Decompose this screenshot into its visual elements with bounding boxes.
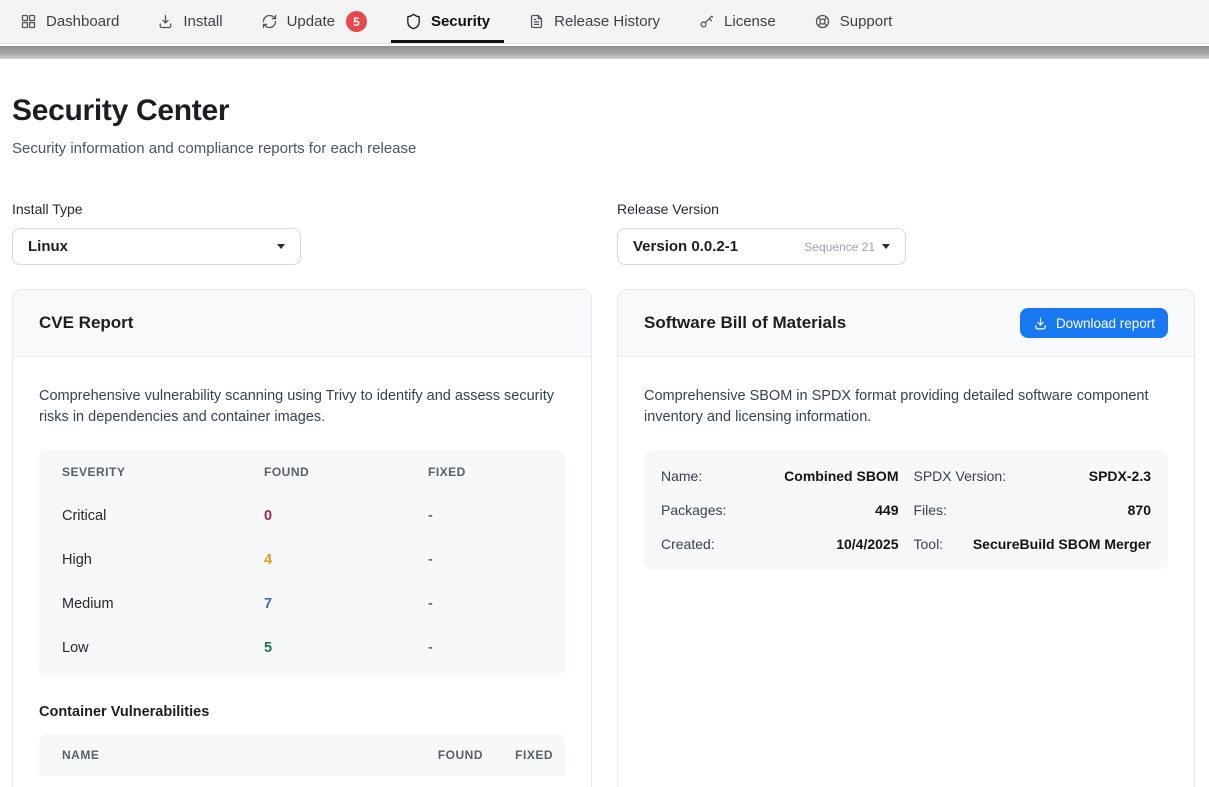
cve-report-card: CVE Report Comprehensive vulnerability s… [12,289,592,787]
sbom-header: Software Bill of Materials Download repo… [618,290,1194,357]
nav-item-release-history[interactable]: Release History [514,0,674,43]
cve-report-header: CVE Report [13,290,591,357]
nav-label: Security [431,13,490,30]
found-col-header: FOUND [264,465,428,479]
fixed-col-header: FIXED [483,748,553,762]
info-label: SPDX Version: [914,468,1007,484]
info-label: Packages: [661,502,726,518]
release-version-label: Release Version [617,201,906,217]
fixed-count: - [428,508,542,524]
sbom-info-spdx-version: SPDX Version: SPDX-2.3 [914,459,1152,493]
severity-table: SEVERITY FOUND FIXED Critical 0 - High 4… [39,450,565,676]
nav-item-install[interactable]: Install [143,0,236,43]
cards-row: CVE Report Comprehensive vulnerability s… [12,289,1195,787]
nav-item-support[interactable]: Support [800,0,907,43]
cve-report-description: Comprehensive vulnerability scanning usi… [39,386,565,428]
info-value: 10/4/2025 [836,536,898,552]
severity-col-header: SEVERITY [62,465,264,479]
security-shield-icon [405,13,422,30]
install-type-value: Linux [28,238,68,255]
release-version-select[interactable]: Version 0.0.2-1 Sequence 21 [617,228,906,265]
support-lifebuoy-icon [814,13,831,30]
page-title: Security Center [12,94,1195,128]
table-row-medium: Medium 7 - [39,582,565,626]
info-value: SecureBuild SBOM Merger [973,536,1151,552]
nav-item-update[interactable]: Update 5 [247,0,381,43]
divider-strip [0,46,1209,59]
sbom-info-packages: Packages: 449 [661,493,899,527]
download-icon [1033,316,1048,331]
table-row-high: High 4 - [39,538,565,582]
install-icon [157,13,174,30]
sbom-info-grid: Name: Combined SBOM SPDX Version: SPDX-2… [644,450,1168,570]
found-count: 5 [264,640,428,656]
nav-item-dashboard[interactable]: Dashboard [6,0,133,43]
sequence-label: Sequence 21 [804,240,875,254]
info-value: 870 [1128,502,1151,518]
install-type-select[interactable]: Linux [12,228,301,265]
severity-label: Medium [62,596,264,612]
sbom-card: Software Bill of Materials Download repo… [617,289,1195,787]
cve-report-title: CVE Report [39,313,133,333]
sbom-title: Software Bill of Materials [644,313,846,333]
download-report-button[interactable]: Download report [1020,308,1168,338]
nav-label: Update [287,13,335,30]
page-content: Security Center Security information and… [0,59,1209,787]
found-count: 0 [264,508,428,524]
table-row-low: Low 5 - [39,626,565,670]
chevron-down-icon [882,244,890,249]
nav-label: Release History [554,13,660,30]
sbom-info-created: Created: 10/4/2025 [661,527,899,561]
container-vulnerabilities-title: Container Vulnerabilities [39,704,565,720]
severity-table-header: SEVERITY FOUND FIXED [39,450,565,494]
fixed-count: - [428,552,542,568]
dashboard-icon [20,13,37,30]
container-vulnerabilities-header: NAME FOUND FIXED [39,734,565,776]
release-history-icon [528,13,545,30]
license-key-icon [698,13,715,30]
name-col-header: NAME [62,748,393,762]
fixed-count: - [428,596,542,612]
info-label: Created: [661,536,715,552]
sbom-body: Comprehensive SBOM in SPDX format provid… [618,357,1194,599]
fixed-count: - [428,640,542,656]
fixed-col-header: FIXED [428,465,542,479]
info-label: Name: [661,468,702,484]
info-label: Files: [914,502,947,518]
nav-item-security[interactable]: Security [391,0,504,43]
release-version-filter: Release Version Version 0.0.2-1 Sequence… [617,201,906,265]
nav-label: Install [183,13,222,30]
found-count: 7 [264,596,428,612]
nav-label: Dashboard [46,13,119,30]
info-value: Combined SBOM [784,468,898,484]
sbom-info-files: Files: 870 [914,493,1152,527]
filters-row: Install Type Linux Release Version Versi… [12,201,1195,265]
sbom-description: Comprehensive SBOM in SPDX format provid… [644,386,1168,428]
table-row-critical: Critical 0 - [39,494,565,538]
sbom-info-name: Name: Combined SBOM [661,459,899,493]
found-count: 4 [264,552,428,568]
info-value: SPDX-2.3 [1089,468,1151,484]
install-type-label: Install Type [12,201,301,217]
nav-item-license[interactable]: License [684,0,790,43]
severity-label: Critical [62,508,264,524]
update-count-badge: 5 [346,11,367,32]
update-icon [261,13,278,30]
release-version-value: Version 0.0.2-1 [633,238,738,255]
chevron-down-icon [277,244,285,249]
info-label: Tool: [914,536,944,552]
nav-label: Support [840,13,893,30]
info-value: 449 [875,502,898,518]
download-report-label: Download report [1056,316,1155,331]
found-col-header: FOUND [393,748,483,762]
sbom-info-tool: Tool: SecureBuild SBOM Merger [914,527,1152,561]
install-type-filter: Install Type Linux [12,201,301,265]
severity-label: Low [62,640,264,656]
cve-report-body: Comprehensive vulnerability scanning usi… [13,357,591,787]
page-subtitle: Security information and compliance repo… [12,140,1195,157]
severity-label: High [62,552,264,568]
top-navbar: Dashboard Install Update 5 Security Rele… [0,0,1209,44]
nav-label: License [724,13,776,30]
